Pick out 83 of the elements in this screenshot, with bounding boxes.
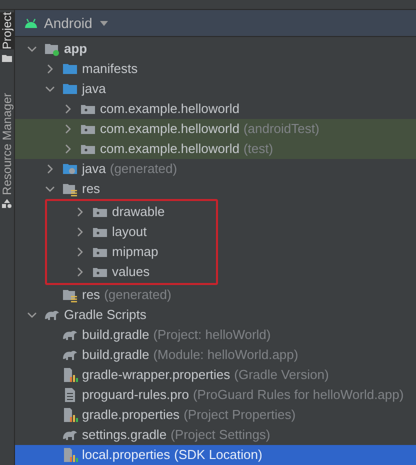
chevron-right-icon[interactable] (45, 64, 55, 74)
item-note: (Module: helloWorld.app) (153, 346, 298, 364)
tree-row[interactable]: com.example.helloworld (test) (15, 139, 416, 159)
chevron-right-icon[interactable] (75, 247, 85, 257)
item-note: (Project: helloWorld) (153, 326, 271, 344)
item-label: java (82, 160, 106, 178)
item-note: (test) (243, 140, 274, 158)
view-selector[interactable]: Android (44, 12, 108, 34)
item-label: java (82, 80, 106, 98)
tree-row[interactable]: Gradle Scripts (15, 305, 416, 325)
item-label: app (64, 40, 88, 58)
tree-row[interactable]: mipmap (47, 242, 216, 262)
item-label: com.example.helloworld (100, 120, 240, 138)
tree-row[interactable]: java (15, 79, 416, 99)
item-note: (Project Properties) (184, 406, 296, 424)
item-note: (Project Settings) (170, 426, 270, 444)
chevron-down-icon[interactable] (45, 184, 55, 194)
tree-row[interactable]: layout (47, 222, 216, 242)
tree-row[interactable]: local.properties (SDK Location) (15, 445, 416, 465)
chevron-right-icon[interactable] (63, 124, 73, 134)
item-label: values (112, 263, 150, 282)
chevron-right-icon[interactable] (75, 207, 85, 217)
chevron-right-icon[interactable] (63, 104, 73, 114)
tree-row[interactable]: com.example.helloworld (androidTest) (15, 119, 416, 139)
item-label: Gradle Scripts (64, 306, 146, 324)
folder-icon (62, 81, 78, 97)
item-label: local.properties (82, 446, 170, 464)
item-label: res (82, 286, 100, 304)
item-label: gradle.properties (82, 406, 180, 424)
tree-row[interactable]: gradle.properties (Project Properties) (15, 405, 416, 425)
tree-row[interactable]: res (15, 179, 416, 199)
item-label: drawable (112, 203, 165, 222)
chevron-right-icon[interactable] (75, 267, 85, 277)
shapes-icon (2, 199, 12, 210)
tree-row[interactable]: com.example.helloworld (15, 99, 416, 119)
properties-file-icon (62, 447, 78, 463)
item-note: (generated) (104, 286, 172, 304)
module-folder-icon (44, 41, 60, 57)
side-tab[interactable]: Resource Manager (0, 93, 14, 196)
item-note: (generated) (110, 160, 178, 178)
item-label: settings.gradle (82, 426, 167, 444)
chevron-right-icon[interactable] (45, 164, 55, 174)
tree-row[interactable]: app (15, 39, 416, 59)
tree-row[interactable]: build.gradle (Project: helloWorld) (15, 325, 416, 345)
item-note: (Gradle Version) (234, 366, 329, 384)
item-label: build.gradle (82, 326, 150, 344)
chevron-down-icon[interactable] (45, 84, 55, 94)
item-label: layout (112, 223, 147, 242)
item-label: res (82, 180, 100, 198)
text-file-icon (62, 387, 78, 403)
generated-folder-icon (62, 161, 78, 177)
caret-icon (100, 20, 108, 26)
item-label: com.example.helloworld (100, 140, 240, 158)
tree-row[interactable]: java (generated) (15, 159, 416, 179)
chevron-right-icon[interactable] (75, 227, 85, 237)
tree-row[interactable]: drawable (47, 202, 216, 222)
tree-row[interactable]: build.gradle (Module: helloWorld.app) (15, 345, 416, 365)
item-note: (androidTest) (243, 120, 320, 138)
item-label: manifests (82, 60, 138, 78)
chevron-right-icon[interactable] (63, 144, 73, 154)
chevron-down-icon[interactable] (27, 44, 37, 54)
properties-file-icon (62, 407, 78, 423)
tree-row[interactable]: proguard-rules.pro (ProGuard Rules for helloWorld.app) (15, 385, 416, 405)
tree-row[interactable]: settings.gradle (Project Settings) (15, 425, 416, 445)
side-tab[interactable]: Project (0, 12, 14, 50)
item-label: gradle-wrapper.properties (82, 366, 230, 384)
item-label: build.gradle (82, 346, 150, 364)
chevron-down-icon[interactable] (27, 310, 37, 320)
tree-row[interactable]: values (47, 262, 216, 282)
item-note: (ProGuard Rules for helloWorld.app) (192, 386, 404, 404)
tree-row[interactable]: res (generated) (15, 285, 416, 305)
android-icon (24, 18, 38, 28)
folder-icon (62, 61, 78, 77)
item-label: com.example.helloworld (100, 100, 240, 118)
resource-folder-icon (62, 181, 78, 197)
tree-row[interactable]: gradle-wrapper.properties (Gradle Version) (15, 365, 416, 385)
resource-folder-icon (62, 287, 78, 303)
folder-icon (2, 53, 12, 64)
tree-row[interactable]: manifests (15, 59, 416, 79)
item-note: (SDK Location) (174, 446, 262, 464)
item-label: proguard-rules.pro (82, 386, 189, 404)
item-label: mipmap (112, 243, 158, 262)
properties-file-icon (62, 367, 78, 383)
